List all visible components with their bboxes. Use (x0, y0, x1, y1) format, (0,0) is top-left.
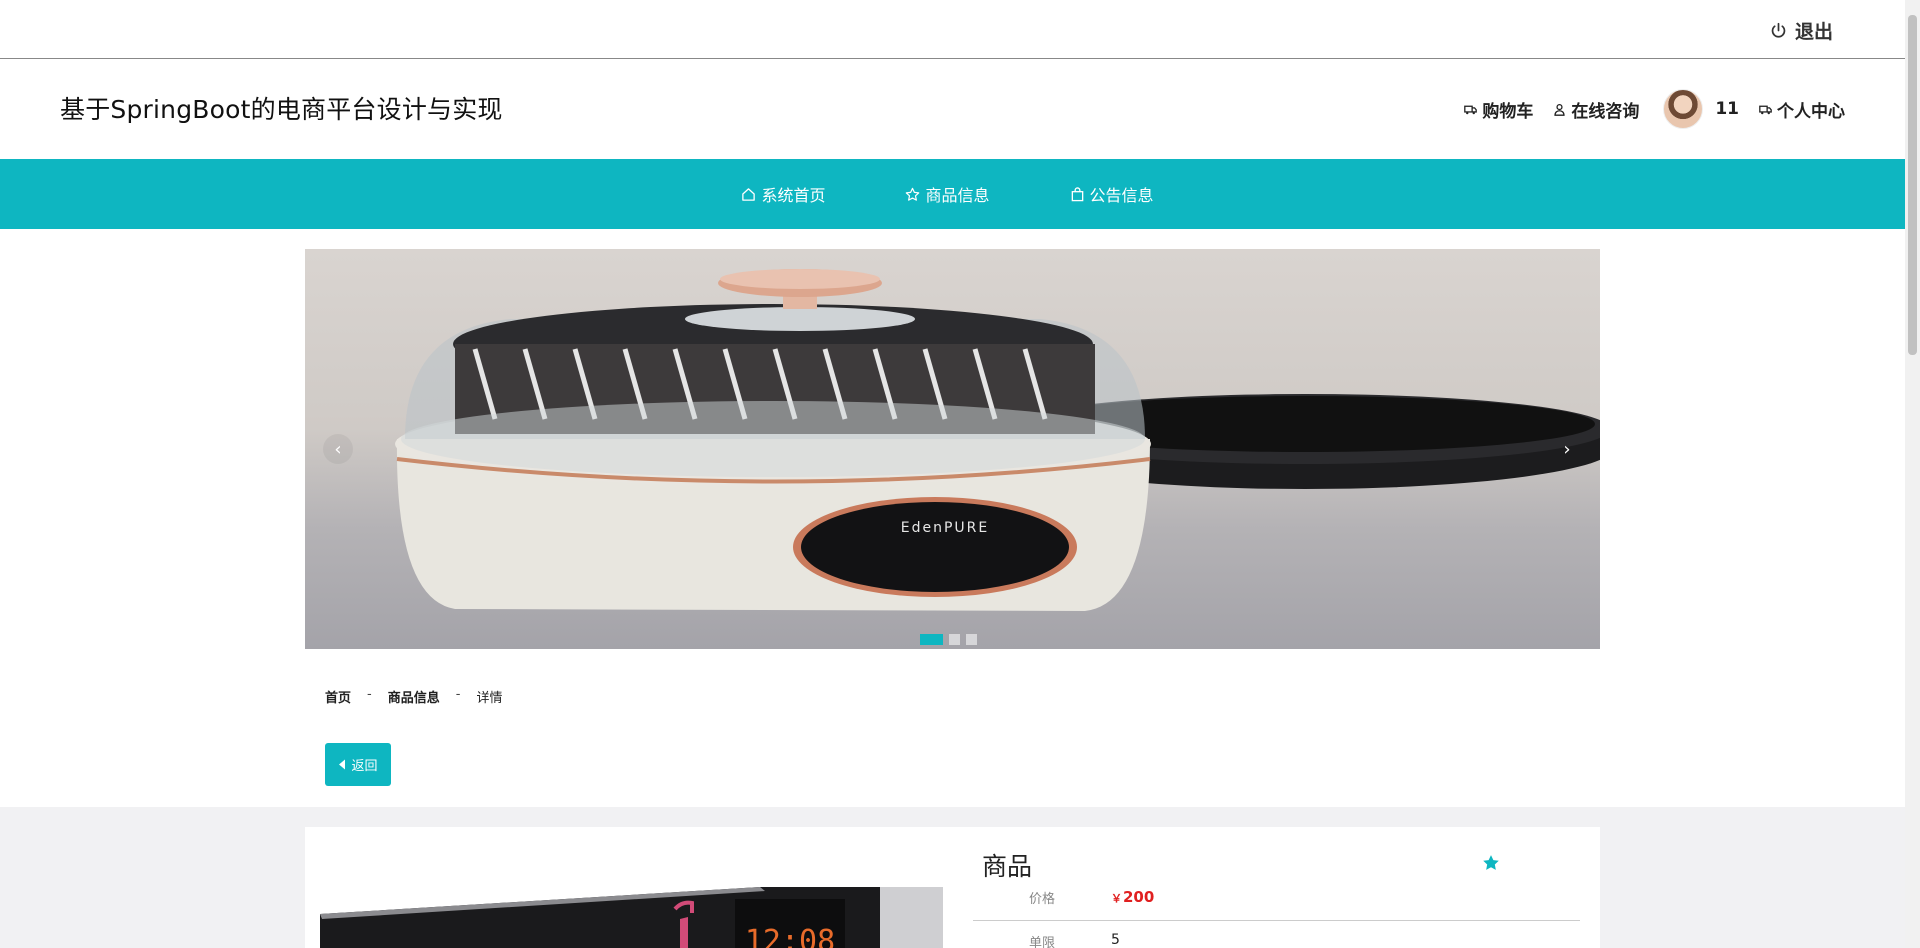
limit-row: 单限 5 (973, 932, 1580, 948)
back-button[interactable]: 返回 (325, 743, 391, 786)
carousel-prev-button[interactable]: ‹ (323, 434, 353, 464)
dehydrator-image: EdenPURE (395, 269, 1600, 611)
profile-label: 个人中心 (1777, 101, 1845, 122)
avatar[interactable] (1663, 89, 1704, 129)
back-button-label: 返回 (351, 759, 378, 774)
user-icon (1554, 103, 1565, 116)
page-scrollbar[interactable] (1905, 0, 1920, 948)
microwave-image: 12:08 (320, 887, 943, 948)
breadcrumb-separator: - (367, 687, 372, 702)
favorite-star-icon[interactable] (1482, 854, 1500, 872)
consult-link[interactable]: 在线咨询 (1553, 97, 1639, 122)
carousel-dot[interactable] (966, 634, 977, 645)
logout-label: 退出 (1794, 21, 1833, 43)
consult-label: 在线咨询 (1571, 101, 1640, 122)
carousel-dot[interactable] (920, 634, 943, 645)
home-icon (742, 187, 756, 201)
top-bar: 退出 (0, 0, 1905, 59)
nav-item-label: 系统首页 (761, 186, 826, 205)
header-nav: 购物车 在线咨询 11 个人中心 (1444, 88, 1845, 130)
main-nav: 系统首页 商品信息 公告信息 (0, 159, 1905, 229)
price-label: 价格 (1028, 892, 1055, 907)
breadcrumb-category[interactable]: 商品信息 (388, 687, 440, 706)
caret-left-icon (339, 759, 346, 770)
cart-link[interactable]: 购物车 (1464, 97, 1533, 122)
banner-carousel[interactable]: EdenPURE ‹ › (305, 249, 1600, 649)
limit-label: 单限 (1028, 936, 1055, 948)
breadcrumb-home[interactable]: 首页 (325, 687, 351, 706)
brand-text: EdenPURE (901, 520, 989, 536)
nav-item-label: 公告信息 (1089, 186, 1154, 205)
breadcrumb-separator: - (455, 687, 461, 702)
star-icon (906, 187, 920, 201)
product-detail-card: 12:08 商品 价格 ￥200 单限 5 (305, 827, 1600, 948)
site-header: 基于SpringBoot的电商平台设计与实现 购物车 在线咨询 11 个人中心 (0, 60, 1905, 159)
carousel-dot[interactable] (949, 634, 960, 645)
nav-item-label: 商品信息 (925, 186, 990, 205)
truck-icon (1464, 105, 1478, 114)
product-title: 商品 (982, 852, 1033, 881)
profile-link[interactable]: 个人中心 (1759, 97, 1845, 122)
carousel-next-button[interactable]: › (1552, 434, 1582, 464)
currency-symbol: ￥ (1111, 892, 1122, 905)
username[interactable]: 11 (1715, 99, 1739, 119)
truck-icon (1759, 105, 1772, 114)
cart-label: 购物车 (1482, 101, 1534, 122)
limit-value: 5 (1111, 932, 1120, 948)
bag-icon (1071, 186, 1083, 201)
price-amount: 200 (1123, 888, 1155, 906)
product-image: 12:08 (320, 879, 943, 948)
nav-item-notices[interactable]: 公告信息 (1070, 182, 1154, 206)
power-icon (1771, 22, 1786, 38)
nav-item-products[interactable]: 商品信息 (905, 182, 990, 206)
display-time: 12:08 (745, 924, 835, 948)
price-row: 价格 ￥200 (973, 888, 1580, 921)
nav-item-home[interactable]: 系统首页 (741, 182, 825, 206)
site-title: 基于SpringBoot的电商平台设计与实现 (60, 95, 503, 124)
price-value: ￥200 (1111, 888, 1154, 920)
scrollbar-thumb[interactable] (1908, 15, 1917, 355)
breadcrumb-current: 详情 (476, 691, 503, 706)
logout-button[interactable]: 退出 (1770, 17, 1833, 44)
breadcrumb: 首页 - 商品信息 - 详情 (325, 687, 502, 706)
carousel-indicators (920, 634, 977, 645)
